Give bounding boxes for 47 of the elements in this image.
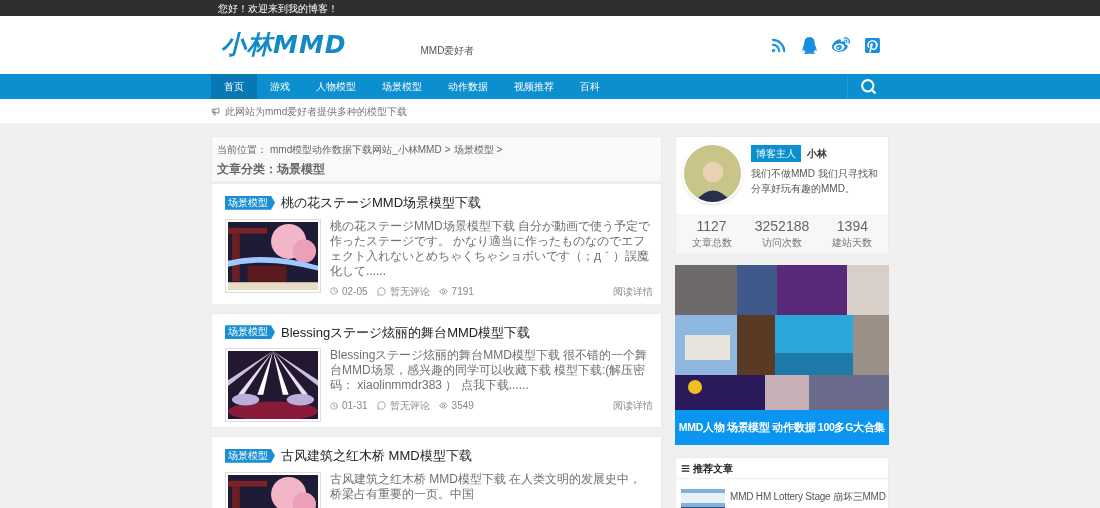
read-more-link[interactable]: 阅读详情 (613, 398, 653, 413)
comment-count[interactable]: 暂无评论 (389, 398, 430, 413)
nav-tab[interactable]: 首页 (211, 74, 257, 99)
nav-tab[interactable]: 百科 (567, 74, 613, 99)
category-tag[interactable]: 场景模型 (225, 195, 275, 210)
stat-value: 1394 (836, 218, 868, 235)
view-count: 7191 (451, 284, 474, 299)
post-title[interactable]: Blessingステージ炫丽的舞台MMD模型下载 (281, 322, 531, 342)
nav-tab[interactable]: 动作数据 (435, 74, 501, 99)
comment-count[interactable]: 暂无评论 (389, 283, 430, 299)
owner-bio: 我们不做MMD 我们只寻找和分享好玩有趣的MMD。 (751, 167, 879, 196)
post-excerpt: 古风建筑之红木桥 MMD模型下载 在人类文明的发展史中，桥梁占有重要的一页。中国 (330, 471, 643, 502)
nav-tab[interactable]: 场景模型 (369, 74, 435, 99)
notice-text: 此网站为mmd爱好者提供多种的模型下载 (225, 104, 408, 119)
breadcrumb-link[interactable]: mmd模型动作数据下载网站_小林MMD (270, 142, 442, 157)
greeting-text: 您好！欢迎来到我的博客！ (218, 1, 338, 16)
category-title: 文章分类：场景模型 (217, 161, 326, 178)
post-date: 01-31 (342, 399, 368, 413)
view-count: 3549 (451, 399, 474, 413)
post-excerpt: Blessingステージ炫丽的舞台MMD模型下载 很不错的一个舞台MMD场景，感兴趣的同学可以收藏下载 模型下载:(解压密码： xiaolinmmdr383 ） 点我下载...... (330, 348, 649, 393)
recommended-title[interactable]: MMD HM Lottery Stage 崩坏三MMD (730, 489, 886, 508)
breadcrumb-separator: > (444, 143, 451, 157)
breadcrumb-label: 当前位置： (217, 143, 267, 157)
site-tagline: MMD爱好者 (420, 43, 475, 58)
post-title[interactable]: 桃の花ステージMMD场景模型下载 (281, 193, 482, 213)
nav-tab[interactable]: 游戏 (257, 74, 303, 99)
owner-badge: 博客主人 (751, 145, 801, 162)
stat-value: 3252188 (754, 218, 810, 235)
nav-tab[interactable]: 视频推荐 (501, 74, 567, 99)
post-date: 02-05 (342, 284, 368, 299)
category-tag[interactable]: 场景模型 (225, 448, 275, 463)
read-more-link[interactable]: 阅读详情 (613, 283, 653, 299)
owner-name: 小林 (807, 147, 827, 161)
category-tag[interactable]: 场景模型 (225, 325, 275, 340)
stat-value: 1127 (696, 218, 727, 235)
banner-caption: MMD人物 场景模型 动作数据 100多G大合集 (677, 419, 887, 435)
site-logo[interactable]: 小林MMD (221, 26, 347, 64)
panel-title: 推荐文章 (693, 461, 733, 476)
stat-label: 访问次数 (762, 236, 802, 250)
stat-label: 文章总数 (691, 236, 732, 250)
post-title[interactable]: 古风建筑之红木桥 MMD模型下载 (281, 446, 472, 466)
breadcrumb-separator: > (496, 143, 503, 157)
nav-tab[interactable]: 人物模型 (303, 74, 369, 99)
ad-banner[interactable]: MMD人物 场景模型 动作数据 100多G大合集 (675, 265, 889, 445)
post-excerpt: 桃の花ステージMMD场景模型下载 自分が動画で使う予定で作ったステージです。 かなり適当に作ったものなのでエフェクト入れないとめちゃくちゃショボいです（；д｀）誤魔化して...... (330, 218, 651, 279)
stat-label: 建站天数 (832, 236, 873, 250)
breadcrumb-link[interactable]: 场景模型 (453, 142, 494, 157)
